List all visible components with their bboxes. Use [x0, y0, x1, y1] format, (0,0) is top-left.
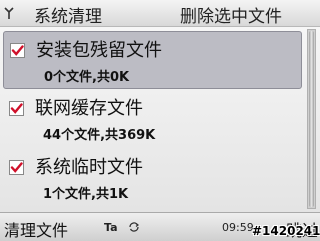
watermark: #1420241: [252, 224, 320, 238]
checkmark-icon: [11, 45, 24, 56]
list-item-detail: 0个文件,共0K: [44, 70, 130, 85]
list-item-title: 联网缓存文件: [35, 98, 143, 119]
scrollbar[interactable]: [307, 29, 316, 209]
list-item-install-residue[interactable]: 安装包残留文件 0个文件,共0K: [3, 31, 302, 89]
mode-title: 删除选中文件: [180, 7, 282, 27]
sync-icon: [129, 222, 139, 232]
list-item-title: 安装包残留文件: [36, 40, 162, 61]
title-bar: 系统清理 删除选中文件: [0, 0, 320, 27]
main-content: 安装包残留文件 0个文件,共0K 联网缓存文件 44个文件,共369K 系统临时…: [0, 27, 320, 212]
checkbox[interactable]: [9, 160, 24, 175]
checkbox[interactable]: [9, 101, 24, 116]
checkmark-icon: [10, 103, 23, 114]
checkbox[interactable]: [10, 43, 25, 58]
list-item-detail: 44个文件,共369K: [43, 128, 156, 143]
list-item-network-cache[interactable]: 联网缓存文件 44个文件,共369K: [3, 90, 302, 148]
list-item-title: 系统临时文件: [35, 157, 143, 178]
scrollbar-thumb[interactable]: [309, 31, 314, 207]
list-item-detail: 1个文件,共1K: [43, 187, 129, 202]
signal-antenna-icon: [4, 7, 14, 19]
clock: 09:59: [222, 221, 254, 234]
clean-files-softkey[interactable]: 清理文件: [4, 217, 68, 241]
list-item-system-temp[interactable]: 系统临时文件 1个文件,共1K: [3, 149, 302, 207]
keypad-mode-indicator: Ta: [104, 221, 118, 234]
checkmark-icon: [10, 162, 23, 173]
app-title: 系统清理: [34, 7, 102, 27]
